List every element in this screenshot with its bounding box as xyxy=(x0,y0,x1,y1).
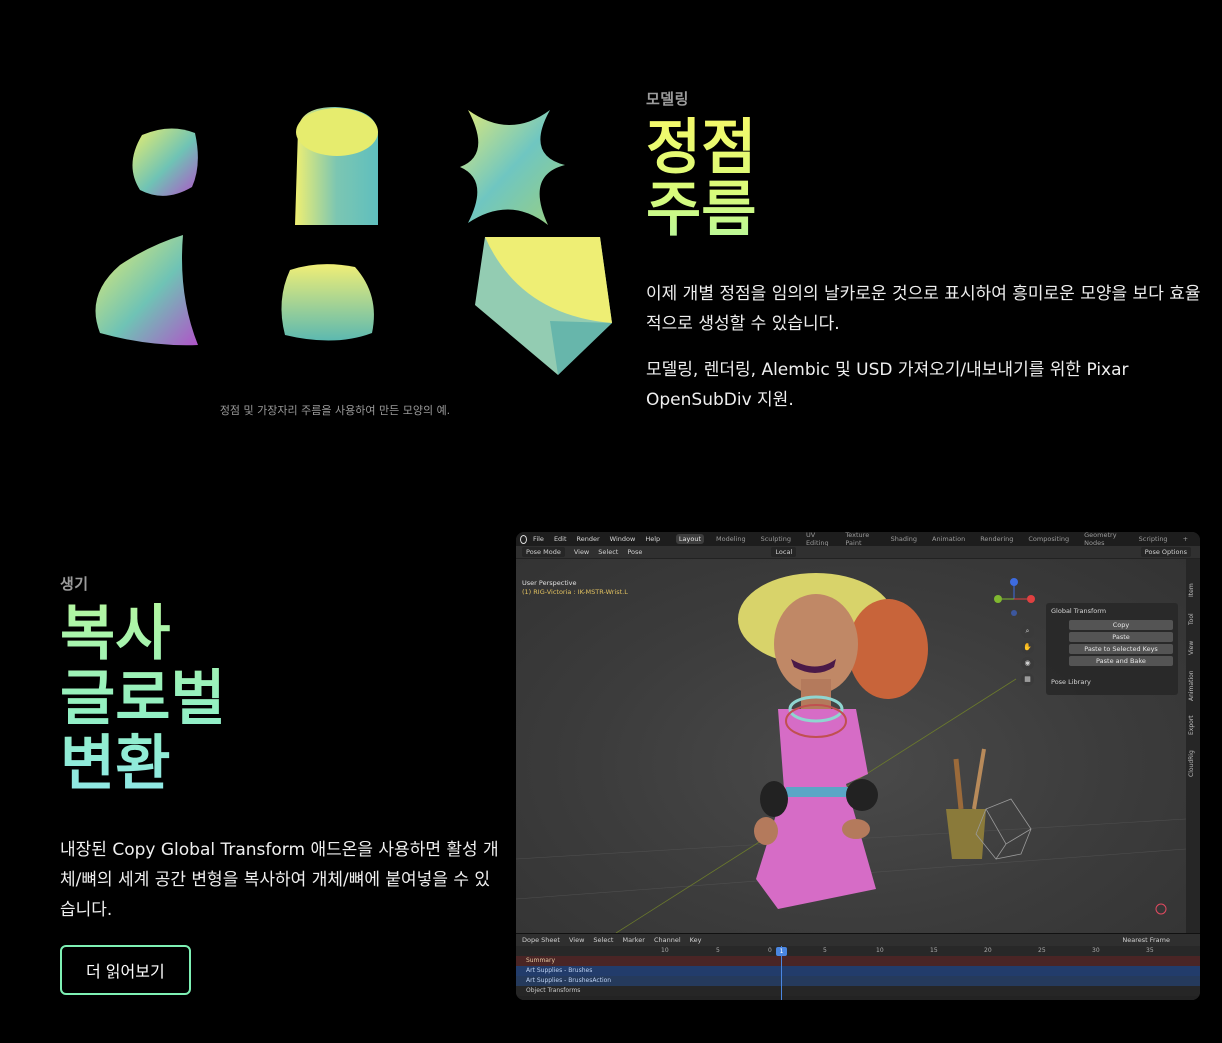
brush-cup xyxy=(946,809,986,859)
menu-select[interactable]: Select xyxy=(598,548,618,556)
crease-shapes-illustration xyxy=(80,95,620,385)
menu-help[interactable]: Help xyxy=(645,535,660,543)
menu-select[interactable]: Select xyxy=(593,936,613,944)
zoom-icon[interactable]: ⌕ xyxy=(1021,625,1034,638)
sidebar-tabs: Item Tool View Animation Export CloudRig xyxy=(1186,559,1200,933)
menu-edit[interactable]: Edit xyxy=(554,535,567,543)
tab-modeling[interactable]: Modeling xyxy=(713,534,749,544)
ruler-tick: 15 xyxy=(930,947,938,954)
pan-hand-icon[interactable]: ✋ xyxy=(1021,641,1034,654)
ruler-tick: 20 xyxy=(984,947,992,954)
sphere-shape xyxy=(132,128,198,196)
teardrop-shape xyxy=(95,235,198,346)
tab-view[interactable]: View xyxy=(1188,641,1195,655)
tab-tool[interactable]: Tool xyxy=(1188,613,1195,625)
global-transform-panel: Global Transform Copy Paste Paste to Sel… xyxy=(1046,603,1178,695)
section-title: 복사 글로벌 변환 xyxy=(60,602,500,797)
grid-view-icon[interactable]: ▦ xyxy=(1021,673,1034,686)
dope-sheet-header: Dope Sheet View Select Marker Channel Ke… xyxy=(516,934,1200,946)
3d-viewport[interactable]: ⌕ ✋ ◉ ▦ Global Transform Copy Paste Past… xyxy=(516,559,1186,933)
tab-sculpting[interactable]: Sculpting xyxy=(758,534,794,544)
ruler-tick: 5 xyxy=(716,947,720,954)
ruler-tick: 10 xyxy=(661,947,669,954)
illustration-caption: 정점 및 가장자리 주름을 사용하여 만든 모양의 예. xyxy=(219,404,451,417)
viewport-object-label: (1) RIG-Victoria : IK-MSTR-Wrist.L xyxy=(522,588,628,596)
orientation-dropdown[interactable]: Local xyxy=(771,547,797,557)
description-paragraph: 내장된 Copy Global Transform 애드온을 사용하면 활성 개… xyxy=(60,840,499,920)
menu-file[interactable]: File xyxy=(533,535,544,543)
title-line: 변환 xyxy=(60,729,171,799)
channel-object[interactable]: Art Supplies - Brushes xyxy=(516,966,1200,976)
title-line: 주름 xyxy=(646,175,757,245)
tab-cloudrig[interactable]: CloudRig xyxy=(1188,750,1195,777)
tab-item[interactable]: Item xyxy=(1188,583,1195,597)
tab-animation-side[interactable]: Animation xyxy=(1188,670,1195,701)
menu-pose[interactable]: Pose xyxy=(627,548,642,556)
ruler-tick: 5 xyxy=(823,947,827,954)
mode-dropdown[interactable]: Pose Mode xyxy=(522,547,565,557)
title-line: 정점 xyxy=(646,113,757,183)
viewport-perspective-label: User Perspective xyxy=(522,579,577,587)
title-line: 글로벌 xyxy=(60,664,226,734)
star-shape xyxy=(460,110,565,225)
menu-channel[interactable]: Channel xyxy=(654,936,681,944)
channel-group[interactable]: Object Transforms xyxy=(516,986,1200,996)
frame-ruler[interactable]: 10 5 0 5 10 15 20 25 30 35 xyxy=(516,946,1200,956)
menu-view[interactable]: View xyxy=(569,936,584,944)
menu-key[interactable]: Key xyxy=(690,936,702,944)
camera-icon[interactable]: ◉ xyxy=(1021,657,1034,670)
channel-summary[interactable]: Summary xyxy=(516,956,1200,966)
dope-sheet-editor[interactable]: Dope Sheet View Select Marker Channel Ke… xyxy=(516,933,1200,1000)
cushion-shape xyxy=(281,264,374,341)
paste-to-selected-keys-button[interactable]: Paste to Selected Keys xyxy=(1069,644,1173,654)
ruler-tick: 10 xyxy=(876,947,884,954)
menu-marker[interactable]: Marker xyxy=(622,936,644,944)
description-paragraph: 모델링, 렌더링, Alembic 및 USD 가져오기/내보내기를 위한 Pi… xyxy=(646,360,1129,410)
tab-scripting[interactable]: Scripting xyxy=(1136,534,1171,544)
pose-options-dropdown[interactable]: Pose Options xyxy=(1140,547,1191,557)
paste-and-bake-button[interactable]: Paste and Bake xyxy=(1069,656,1173,666)
tab-compositing[interactable]: Compositing xyxy=(1025,534,1072,544)
ruler-tick: 30 xyxy=(1092,947,1100,954)
ruler-tick: 25 xyxy=(1038,947,1046,954)
blender-logo-icon xyxy=(520,534,528,544)
tab-layout[interactable]: Layout xyxy=(675,534,705,544)
tab-export[interactable]: Export xyxy=(1188,715,1195,735)
read-more-button[interactable]: 더 읽어보기 xyxy=(60,945,191,995)
copy-button[interactable]: Copy xyxy=(1069,620,1173,630)
menu-view[interactable]: View xyxy=(574,548,589,556)
tab-shading[interactable]: Shading xyxy=(888,534,920,544)
menu-render[interactable]: Render xyxy=(577,535,600,543)
current-frame-indicator[interactable]: 1 xyxy=(776,947,787,956)
editor-type-dropdown[interactable]: Dope Sheet xyxy=(522,936,560,944)
vertex-crease-section: 모델링 정점 주름 이제 개별 정점을 임의의 날카로운 것으로 표시하여 흥미… xyxy=(646,88,1206,415)
section-eyebrow: 생기 xyxy=(60,575,89,593)
tab-animation[interactable]: Animation xyxy=(929,534,968,544)
section-eyebrow: 모델링 xyxy=(646,90,689,108)
description-paragraph: 이제 개별 정점을 임의의 날카로운 것으로 표시하여 흥미로운 모양을 보다 … xyxy=(646,284,1201,334)
paste-button[interactable]: Paste xyxy=(1069,632,1173,642)
ruler-tick: 35 xyxy=(1146,947,1154,954)
panel-title: Global Transform xyxy=(1051,607,1107,615)
copy-global-transform-section: 생기 복사 글로벌 변환 내장된 Copy Global Transform 애… xyxy=(60,573,500,995)
add-workspace-icon[interactable]: + xyxy=(1180,534,1191,544)
viewport-header: Pose Mode View Select Pose Local Pose Op… xyxy=(516,546,1200,559)
menu-window[interactable]: Window xyxy=(610,535,636,543)
ruler-tick: 0 xyxy=(768,947,772,954)
channel-action[interactable]: Art Supplies - BrushesAction xyxy=(516,976,1200,986)
snap-dropdown[interactable]: Nearest Frame xyxy=(1122,936,1170,944)
title-line: 복사 xyxy=(60,599,171,669)
tab-rendering[interactable]: Rendering xyxy=(977,534,1016,544)
pose-library-panel[interactable]: Pose Library xyxy=(1051,678,1173,686)
section-title: 정점 주름 xyxy=(646,117,1206,241)
blender-screenshot: File Edit Render Window Help Layout Mode… xyxy=(516,532,1200,1000)
blender-topbar: File Edit Render Window Help Layout Mode… xyxy=(516,532,1200,547)
